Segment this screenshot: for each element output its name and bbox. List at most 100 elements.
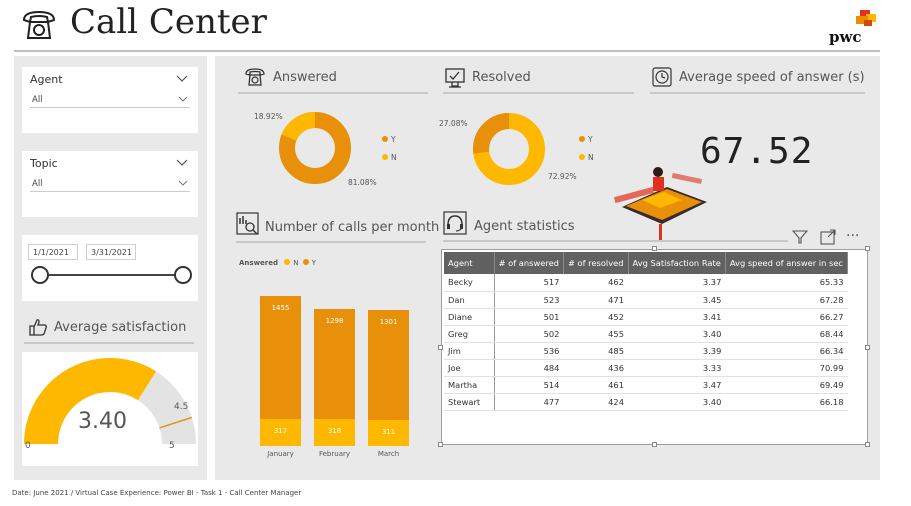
table-cell: 471 xyxy=(563,291,628,309)
bar-value-label: 1455 xyxy=(271,304,290,312)
answered-donut xyxy=(278,111,352,185)
col-speed[interactable]: Avg speed of answer in sec xyxy=(725,252,849,274)
gauge-min-label: 0 xyxy=(25,441,31,451)
table-row[interactable]: Greg 502 455 3.40 68.44 xyxy=(444,325,848,343)
gauge-max-label: 5 xyxy=(169,441,175,451)
table-cell: 3.47 xyxy=(628,376,726,394)
resolved-pct-large: 72.92% xyxy=(548,172,577,181)
table-row[interactable]: Martha 514 461 3.47 69.49 xyxy=(444,376,848,394)
filter-icon[interactable] xyxy=(791,229,809,245)
table-cell: 68.44 xyxy=(725,325,848,343)
table-cell: 477 xyxy=(494,393,564,411)
table-cell: Jim xyxy=(444,342,495,360)
table-cell: 523 xyxy=(494,291,564,309)
focus-mode-icon[interactable] xyxy=(820,229,836,245)
calls-per-month-title: Number of calls per month xyxy=(265,220,440,235)
table-cell: Greg xyxy=(444,325,495,343)
telephone-icon xyxy=(244,66,266,88)
topic-slicer[interactable]: Topic All xyxy=(22,151,198,217)
calls-legend-title: Answered xyxy=(239,259,278,267)
x-tick-label: February xyxy=(318,450,351,458)
bar-january-y[interactable] xyxy=(260,296,301,420)
table-row[interactable]: Stewart 477 424 3.40 66.18 xyxy=(444,393,848,411)
chevron-down-icon xyxy=(178,96,188,102)
resize-handle[interactable] xyxy=(652,246,657,251)
speed-divider xyxy=(650,92,865,94)
table-row[interactable]: Jim 536 485 3.39 66.34 xyxy=(444,342,848,360)
x-tick-label: March xyxy=(377,450,400,458)
answered-pct-large: 81.08% xyxy=(348,178,377,187)
bar-value-label: 1301 xyxy=(379,317,398,326)
resolved-legend-y: Y xyxy=(579,135,593,144)
resize-handle[interactable] xyxy=(865,442,870,447)
agent-stats-table-wrap: Agent # of answered # of resolved Avg Sa… xyxy=(444,252,849,411)
resize-handle[interactable] xyxy=(438,345,443,350)
table-cell: 484 xyxy=(494,359,564,377)
col-satisfaction[interactable]: Avg Satisfaction Rate xyxy=(628,252,726,274)
table-cell: 436 xyxy=(563,359,628,377)
topic-dropdown[interactable]: All xyxy=(30,175,190,192)
table-cell: 69.49 xyxy=(725,376,848,394)
calls-divider xyxy=(236,241,426,243)
pwc-logo: pwc xyxy=(826,10,878,46)
chevron-down-icon[interactable] xyxy=(176,157,188,167)
table-cell: 3.39 xyxy=(628,342,726,360)
resize-handle[interactable] xyxy=(652,442,657,447)
date-start-input[interactable]: 1/1/2021 xyxy=(28,244,78,260)
agent-dropdown[interactable]: All xyxy=(30,91,190,108)
col-answered[interactable]: # of answered xyxy=(494,252,564,274)
date-end-input[interactable]: 3/31/2021 xyxy=(86,244,136,260)
table-row[interactable]: Joe 484 436 3.33 70.99 xyxy=(444,359,848,377)
date-slicer: 1/1/2021 3/31/2021 xyxy=(22,235,198,301)
headset-icon xyxy=(443,211,467,235)
agent-slicer[interactable]: Agent All xyxy=(22,67,198,133)
chevron-down-icon[interactable] xyxy=(176,73,188,83)
table-cell: 65.33 xyxy=(725,274,848,292)
date-end-handle[interactable] xyxy=(174,266,192,284)
table-cell: 3.45 xyxy=(628,291,726,309)
date-range-track xyxy=(40,274,182,276)
chevron-down-icon xyxy=(178,180,188,186)
table-row[interactable]: Dan 523 471 3.45 67.28 xyxy=(444,291,848,309)
calls-bar-chart: 317 1455 January 318 1298 February 311 1301 Marc… xyxy=(230,270,430,470)
resize-handle[interactable] xyxy=(865,246,870,251)
resolved-legend-n: N xyxy=(579,153,594,162)
speed-title: Average speed of answer (s) xyxy=(679,70,865,85)
table-row[interactable]: Becky 517 462 3.37 65.33 xyxy=(444,274,848,292)
table-cell: 3.41 xyxy=(628,308,726,326)
bar-march-y[interactable] xyxy=(368,309,409,420)
table-cell: 455 xyxy=(563,325,628,343)
brand-text: pwc xyxy=(829,28,862,46)
page-title: Call Center xyxy=(70,2,267,42)
resize-handle[interactable] xyxy=(865,345,870,350)
date-start-handle[interactable] xyxy=(31,266,49,284)
table-cell: 461 xyxy=(563,376,628,394)
col-resolved[interactable]: # of resolved xyxy=(563,252,629,274)
table-row[interactable]: Diane 501 452 3.41 66.27 xyxy=(444,308,848,326)
answered-divider xyxy=(238,92,428,94)
bar-february-y[interactable] xyxy=(314,309,355,420)
table-cell: 462 xyxy=(563,274,628,292)
table-cell: 66.27 xyxy=(725,308,848,326)
agent-dropdown-value: All xyxy=(32,95,43,105)
agent-stats-title: Agent statistics xyxy=(474,219,575,234)
table-cell: Becky xyxy=(444,274,495,292)
header-divider xyxy=(14,50,880,52)
col-agent[interactable]: Agent xyxy=(444,252,495,274)
table-cell: 517 xyxy=(494,274,564,292)
call-center-illustration xyxy=(612,162,712,242)
answered-pct-small: 18.92% xyxy=(254,112,283,121)
table-cell: 3.33 xyxy=(628,359,726,377)
agent-stats-divider xyxy=(443,240,788,242)
table-cell: 536 xyxy=(494,342,564,360)
topic-dropdown-value: All xyxy=(32,179,43,189)
table-cell: 3.40 xyxy=(628,325,726,343)
satisfaction-title: Average satisfaction xyxy=(54,320,187,335)
footer-text: Date: June 2021 / Virtual Case Experienc… xyxy=(12,489,302,497)
resize-handle[interactable] xyxy=(438,442,443,447)
table-cell: 424 xyxy=(563,393,628,411)
table-cell: 502 xyxy=(494,325,564,343)
clock-icon xyxy=(652,67,672,87)
more-options-icon[interactable]: ··· xyxy=(846,228,866,244)
table-cell: 66.34 xyxy=(725,342,848,360)
